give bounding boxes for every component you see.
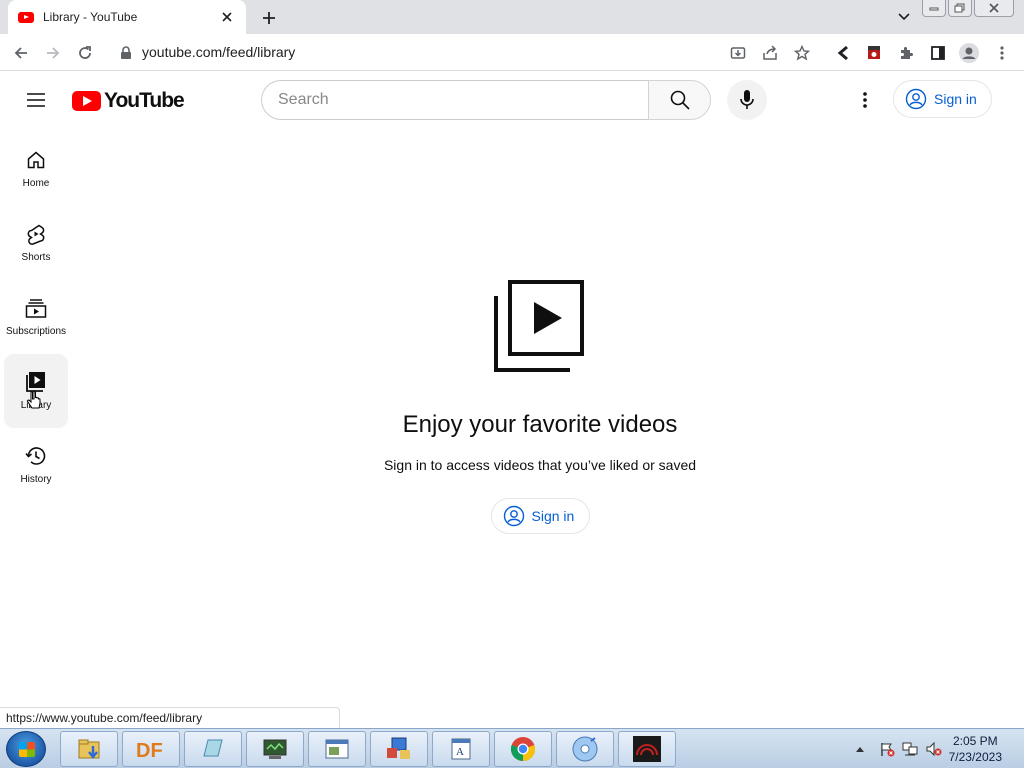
- search-button[interactable]: [648, 80, 711, 120]
- clock-date: 7/23/2023: [948, 750, 1002, 764]
- browser-tabstrip: Library - YouTube: [0, 0, 1024, 34]
- restore-icon[interactable]: [948, 0, 972, 17]
- extensions-puzzle-icon[interactable]: [895, 42, 917, 64]
- sign-in-label: Sign in: [531, 508, 575, 524]
- settings-more-icon[interactable]: [853, 88, 877, 112]
- bookmark-star-icon[interactable]: [791, 42, 813, 64]
- close-window-icon[interactable]: [974, 0, 1014, 17]
- new-tab-icon[interactable]: [258, 7, 280, 29]
- voice-search-button[interactable]: [727, 80, 767, 120]
- search-input[interactable]: [278, 91, 648, 109]
- share-icon[interactable]: [759, 42, 781, 64]
- address-bar[interactable]: youtube.com/feed/library: [142, 44, 295, 60]
- install-icon[interactable]: [727, 42, 749, 64]
- volume-muted-icon[interactable]: [925, 741, 943, 757]
- forward-icon[interactable]: [42, 42, 64, 64]
- browser-tab[interactable]: Library - YouTube: [8, 0, 246, 34]
- empty-state-title: Enjoy your favorite videos: [402, 411, 678, 438]
- youtube-logo[interactable]: YouTube: [72, 89, 185, 113]
- history-icon: [24, 444, 48, 468]
- microphone-icon: [740, 90, 754, 109]
- side-panel-icon[interactable]: [927, 42, 949, 64]
- taskbar-network-app-icon[interactable]: [370, 731, 428, 767]
- system-tray: 2:05 PM 7/23/2023: [855, 729, 1024, 768]
- search-bar: [261, 80, 711, 120]
- library-empty-state: Enjoy your favorite videos Sign in to ac…: [340, 280, 740, 534]
- status-bar-url: https://www.youtube.com/feed/library: [0, 707, 340, 728]
- back-icon[interactable]: [10, 42, 32, 64]
- tab-search-chevron-icon[interactable]: [894, 8, 914, 26]
- browser-menu-icon[interactable]: [991, 42, 1013, 64]
- extension-arrow-icon[interactable]: [832, 42, 854, 64]
- subscriptions-icon: [24, 296, 48, 320]
- guide-label: Subscriptions: [5, 326, 67, 337]
- guide-label: Home: [22, 178, 50, 189]
- youtube-favicon-icon: [18, 11, 34, 23]
- taskbar-monitor-icon[interactable]: [246, 731, 304, 767]
- svg-text:DF: DF: [136, 740, 163, 760]
- guide-item-subscriptions[interactable]: Subscriptions: [4, 280, 68, 354]
- action-center-flag-icon[interactable]: [879, 741, 895, 757]
- taskbar-df-icon[interactable]: DF: [122, 731, 180, 767]
- minimize-icon[interactable]: [922, 0, 946, 17]
- browser-toolbar: youtube.com/feed/library: [0, 34, 1024, 71]
- guide-item-shorts[interactable]: Shorts: [4, 206, 68, 280]
- taskbar-dark-app-icon[interactable]: [618, 731, 676, 767]
- search-icon: [670, 90, 690, 110]
- screen: Library - YouTube youtube.com/feed/libra…: [0, 0, 1024, 768]
- network-icon[interactable]: [901, 741, 919, 757]
- guide-label: History: [20, 474, 52, 485]
- header-sign-in-label: Sign in: [934, 91, 977, 107]
- youtube-play-logo-icon: [72, 91, 101, 111]
- sign-in-button[interactable]: Sign in: [490, 498, 590, 534]
- shorts-icon: [24, 222, 48, 246]
- close-tab-icon[interactable]: [218, 8, 236, 26]
- guide-item-home[interactable]: Home: [4, 132, 68, 206]
- account-circle-icon: [905, 88, 927, 110]
- taskbar-text-editor-icon[interactable]: A: [432, 731, 490, 767]
- library-video-icon: [494, 280, 584, 372]
- hand-cursor-icon: [27, 391, 41, 409]
- tab-title: Library - YouTube: [43, 10, 138, 24]
- taskbar-window-app-icon[interactable]: [308, 731, 366, 767]
- account-circle-icon: [503, 505, 524, 527]
- svg-text:A: A: [456, 746, 464, 758]
- start-button-icon[interactable]: [6, 731, 46, 767]
- lock-icon[interactable]: [115, 42, 137, 64]
- window-controls: [922, 0, 1014, 17]
- clock-time: 2:05 PM: [952, 734, 998, 748]
- search-box: [261, 80, 648, 120]
- header-sign-in-button[interactable]: Sign in: [893, 80, 992, 118]
- taskbar-clock[interactable]: 2:05 PM 7/23/2023: [943, 733, 1024, 765]
- extension-badge-icon[interactable]: [863, 42, 885, 64]
- show-hidden-icons-icon[interactable]: [855, 745, 865, 753]
- guide-rail: Home Shorts Subscriptions Library Histor…: [4, 132, 68, 502]
- home-icon: [24, 148, 48, 172]
- guide-item-history[interactable]: History: [4, 428, 68, 502]
- taskbar-file-explorer-icon[interactable]: [60, 731, 118, 767]
- youtube-header: YouTube Sign in: [0, 72, 1024, 128]
- hamburger-menu-icon[interactable]: [24, 88, 48, 112]
- reload-icon[interactable]: [74, 42, 96, 64]
- profile-avatar-icon[interactable]: [958, 42, 980, 64]
- windows-taskbar: DF A 2:05 PM 7/23/2023: [0, 728, 1024, 768]
- logo-text: YouTube: [104, 89, 185, 112]
- taskbar-media-disc-icon[interactable]: [556, 731, 614, 767]
- taskbar-notepad-icon[interactable]: [184, 731, 242, 767]
- guide-label: Shorts: [21, 252, 51, 263]
- taskbar-chrome-icon[interactable]: [494, 731, 552, 767]
- empty-state-subtitle: Sign in to access videos that you’ve lik…: [383, 457, 697, 473]
